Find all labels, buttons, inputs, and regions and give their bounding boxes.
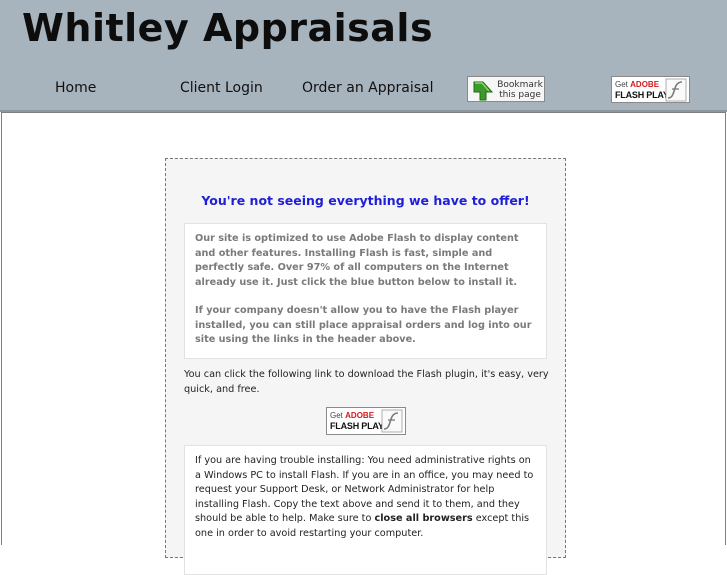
download-instructions: You can click the following link to down… — [184, 369, 549, 395]
flash-notice-box: You're not seeing everything we have to … — [165, 158, 566, 575]
nav-order-appraisal-link[interactable]: Order an Appraisal — [302, 80, 433, 96]
trouble-text-bold: close all browsers — [374, 513, 473, 524]
flash-badge-get-line: Get ADOBE — [330, 411, 374, 420]
get-flash-player-header-button[interactable]: Get ADOBE FLASH PLAYER — [611, 76, 690, 103]
info-paragraph-optimized: Our site is optimized to use Adobe Flash… — [195, 233, 519, 288]
flash-info-panel: Our site is optimized to use Adobe Flash… — [184, 223, 547, 359]
flash-badge-get: Get — [330, 411, 343, 420]
get-flash-player-button[interactable]: Get ADOBE FLASH PLAYER — [326, 407, 406, 435]
flash-logo-icon — [665, 78, 687, 102]
bookmark-label: Bookmark this page — [496, 80, 544, 100]
notice-heading: You're not seeing everything we have to … — [201, 193, 530, 208]
flash-badge-get: Get — [615, 80, 628, 89]
nav-client-login-link[interactable]: Client Login — [180, 80, 263, 96]
install-trouble-panel: If you are having trouble installing: Yo… — [184, 445, 547, 575]
bookmark-label-line1: Bookmark — [497, 80, 543, 90]
info-paragraph-company: If your company doesn't allow you to hav… — [195, 305, 532, 345]
flash-badge-adobe: ADOBE — [630, 80, 660, 89]
flash-logo-icon — [381, 409, 403, 433]
install-trouble-text: If you are having trouble installing: Yo… — [195, 454, 535, 541]
site-title: Whitley Appraisals — [22, 6, 434, 50]
bookmark-label-line2: this page — [499, 90, 541, 100]
bookmark-page-button[interactable]: Bookmark this page — [467, 76, 545, 102]
nav-home-link[interactable]: Home — [55, 80, 96, 96]
bookmark-arrow-icon — [473, 81, 494, 101]
site-header: Whitley Appraisals Home Client Login Ord… — [0, 0, 727, 112]
flash-badge-get-line: Get ADOBE — [615, 80, 659, 89]
flash-badge-adobe: ADOBE — [345, 411, 375, 420]
